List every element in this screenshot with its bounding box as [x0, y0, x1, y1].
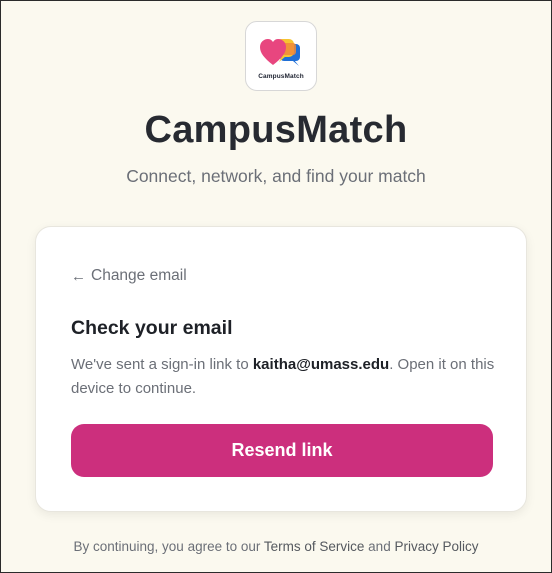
change-email-label: Change email — [91, 267, 187, 284]
app-window: CampusMatch CampusMatch Connect, network… — [0, 0, 552, 573]
check-email-card: ← Change email Check your email We've se… — [35, 226, 527, 512]
change-email-link[interactable]: ← Change email — [71, 267, 187, 285]
email-address: kaitha@umass.edu — [252, 356, 390, 373]
resend-link-button[interactable]: Resend link — [71, 424, 493, 477]
footer-joiner: and — [364, 539, 395, 554]
footer-prefix: By continuing, you agree to our — [73, 539, 264, 554]
heart-chat-bubbles-icon — [260, 39, 300, 66]
logo-wordmark: CampusMatch — [258, 73, 304, 80]
arrow-left-icon: ← — [71, 267, 86, 285]
tagline: Connect, network, and find your match — [126, 166, 426, 186]
privacy-policy-link[interactable]: Privacy Policy — [394, 539, 478, 554]
card-message: We've sent a sign-in link to kaitha@umas… — [71, 353, 503, 401]
card-title: Check your email — [71, 317, 233, 339]
message-prefix: We've sent a sign-in link to — [71, 356, 253, 373]
app-logo: CampusMatch — [245, 21, 317, 91]
app-title: CampusMatch — [144, 109, 408, 151]
legal-footer: By continuing, you agree to our Terms of… — [1, 539, 551, 554]
terms-of-service-link[interactable]: Terms of Service — [264, 539, 365, 554]
